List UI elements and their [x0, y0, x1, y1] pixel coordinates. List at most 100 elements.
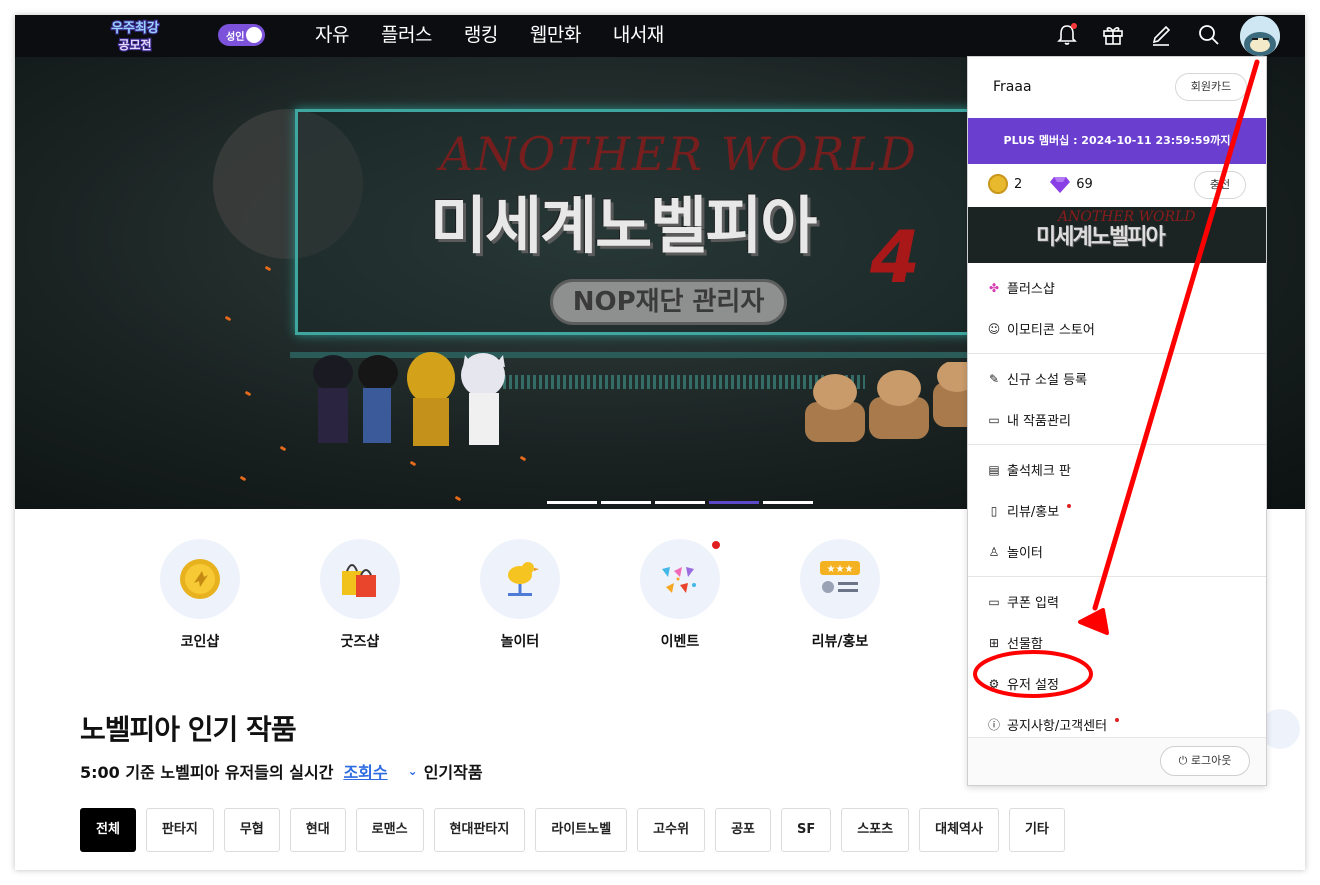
quick-goods-shop[interactable]: 굿즈샵 [320, 539, 400, 651]
genre-tab[interactable]: 고수위 [637, 808, 706, 852]
bell-icon[interactable] [1053, 21, 1081, 49]
settings-icon: ⚙ [988, 676, 1000, 691]
section-subtitle: 5:00 기준 노벨피아 유저들의 실시간 조회수 ⌄ 인기작품 [80, 759, 483, 783]
coin-icon [988, 174, 1008, 194]
menu-item-new-novel[interactable]: ✎ 신규 소설 등록 [968, 358, 1266, 399]
quick-icon-circle [480, 539, 560, 619]
menu-item-label: 리뷰/홍보 [1007, 505, 1060, 520]
calendar-icon: ▤ [988, 462, 1000, 477]
slide-indicator-active[interactable] [709, 501, 759, 504]
menu-item-emoticon-store[interactable]: ☺ 이모티콘 스토어 [968, 308, 1266, 349]
quick-label: 리뷰/홍보 [811, 634, 869, 650]
username: Fraaa [993, 79, 1032, 95]
user-dropdown-menu: Fraaa 회원카드 PLUS 멤버십 : 2024-10-11 23:59:5… [967, 56, 1267, 786]
menu-item-my-works[interactable]: ▭ 내 작품관리 [968, 399, 1266, 440]
quick-label: 이벤트 [660, 634, 700, 650]
quick-icon-circle [160, 539, 240, 619]
pencil-icon[interactable] [1147, 21, 1175, 49]
avatar-image [1240, 16, 1280, 56]
gem-count: 69 [1076, 176, 1093, 192]
quick-label: 굿즈샵 [340, 634, 380, 650]
genre-tabs: 전체 판타지 무협 현대 로맨스 현대판타지 라이트노벨 고수위 공포 SF 스… [80, 808, 1065, 852]
new-dot [1067, 503, 1072, 508]
plus-membership-banner[interactable]: PLUS 멤버십 : 2024-10-11 23:59:59까지 [968, 118, 1266, 164]
banner-characters [313, 352, 505, 446]
menu-item-coupon[interactable]: ▭ 쿠폰 입력 [968, 581, 1266, 622]
genre-tab-all[interactable]: 전체 [80, 808, 136, 852]
genre-tab[interactable]: 무협 [223, 808, 280, 852]
slide-indicator[interactable] [601, 501, 651, 504]
site-logo[interactable]: 우주최강 공모전 [97, 17, 173, 55]
logout-label: 로그아웃 [1190, 754, 1232, 767]
menu-item-label: 출석체크 판 [1007, 464, 1071, 479]
top-header: 우주최강 공모전 성인 자유 플러스 랭킹 웹만화 내서재 [15, 15, 1305, 57]
genre-tab[interactable]: SF [780, 808, 832, 852]
genre-tab[interactable]: 스포츠 [841, 808, 910, 852]
ember [519, 455, 527, 462]
menu-item-user-settings[interactable]: ⚙ 유저 설정 [968, 663, 1266, 704]
menu-item-label: 놀이터 [1007, 546, 1043, 561]
slide-indicator[interactable] [763, 501, 813, 504]
quick-icon-circle: ★★★ [800, 539, 880, 619]
playground-icon: ♙ [988, 544, 1000, 559]
coin-shop-icon [180, 559, 220, 599]
ember [239, 475, 247, 482]
slide-indicator[interactable] [547, 501, 597, 504]
gem-icon [1050, 177, 1071, 193]
document-icon: ▯ [990, 503, 998, 518]
quick-icon-circle [320, 539, 400, 619]
svg-text:★★★: ★★★ [827, 564, 854, 575]
gift-icon: ⊞ [988, 635, 1000, 650]
page-frame: 우주최강 공모전 성인 자유 플러스 랭킹 웹만화 내서재 ANOTHER WO… [15, 15, 1305, 870]
menu-item-gift-box[interactable]: ⊞ 선물함 [968, 622, 1266, 663]
promo-banner[interactable]: ANOTHER WORLD 미세계노벨피아 [968, 207, 1266, 263]
chevron-down-icon[interactable]: ⌄ [408, 764, 418, 778]
quick-coin-shop[interactable]: 코인샵 [160, 539, 240, 651]
svg-text:공모전: 공모전 [118, 37, 151, 52]
menu-item-label: 공지사항/고객센터 [1007, 719, 1108, 734]
nav-library[interactable]: 내서재 [613, 15, 664, 57]
nav-free[interactable]: 자유 [315, 15, 349, 57]
quick-playground[interactable]: 놀이터 [480, 539, 560, 651]
member-card-button[interactable]: 회원카드 [1175, 73, 1247, 101]
menu-item-plus-shop[interactable]: ✤ 플러스샵 [968, 267, 1266, 308]
ticket-icon: ▭ [988, 594, 1000, 609]
ember [409, 460, 417, 467]
logout-button[interactable]: ⏻ 로그아웃 [1160, 746, 1250, 776]
power-icon: ⏻ [1178, 754, 1188, 767]
gift-icon[interactable] [1099, 21, 1127, 49]
genre-tab[interactable]: 현대 [289, 808, 346, 852]
menu-item-review[interactable]: ▯ 리뷰/홍보 [968, 490, 1266, 531]
menu-item-attendance[interactable]: ▤ 출석체크 판 [968, 449, 1266, 490]
genre-tab[interactable]: 라이트노벨 [535, 808, 628, 852]
section-title: 노벨피아 인기 작품 [80, 713, 297, 746]
menu-item-playground[interactable]: ♙ 놀이터 [968, 531, 1266, 572]
menu-group: ✤ 플러스샵 ☺ 이모티콘 스토어 [968, 263, 1266, 354]
slide-indicator[interactable] [655, 501, 705, 504]
genre-tab[interactable]: 기타 [1008, 808, 1065, 852]
genre-tab[interactable]: 판타지 [145, 808, 214, 852]
svg-text:우주최강: 우주최강 [111, 20, 159, 36]
nav-plus[interactable]: 플러스 [381, 15, 432, 57]
menu-group: ▤ 출석체크 판 ▯ 리뷰/홍보 ♙ 놀이터 [968, 445, 1266, 577]
ember [264, 265, 272, 272]
menu-item-label: 유저 설정 [1007, 678, 1059, 693]
quick-label: 코인샵 [180, 634, 220, 650]
search-icon[interactable] [1195, 21, 1223, 49]
genre-tab[interactable]: 로맨스 [355, 808, 424, 852]
section-sub-prefix: 5:00 기준 노벨피아 유저들의 실시간 [80, 763, 334, 782]
genre-tab[interactable]: 공포 [715, 808, 771, 852]
new-dot [712, 541, 720, 549]
adult-toggle[interactable]: 성인 [218, 24, 265, 46]
avatar[interactable] [1240, 16, 1280, 56]
quick-review[interactable]: ★★★ 리뷰/홍보 [800, 539, 880, 651]
wallet: 2 69 [988, 174, 1093, 194]
nav-ranking[interactable]: 랭킹 [464, 15, 498, 57]
charge-button[interactable]: 충전 [1194, 171, 1246, 199]
adult-toggle-label: 성인 [226, 32, 245, 43]
genre-tab[interactable]: 현대판타지 [433, 808, 526, 852]
quick-event[interactable]: 이벤트 [640, 539, 720, 651]
genre-tab[interactable]: 대체역사 [919, 808, 999, 852]
nav-webtoon[interactable]: 웹만화 [530, 15, 581, 57]
sort-link-views[interactable]: 조회수 [343, 759, 387, 783]
